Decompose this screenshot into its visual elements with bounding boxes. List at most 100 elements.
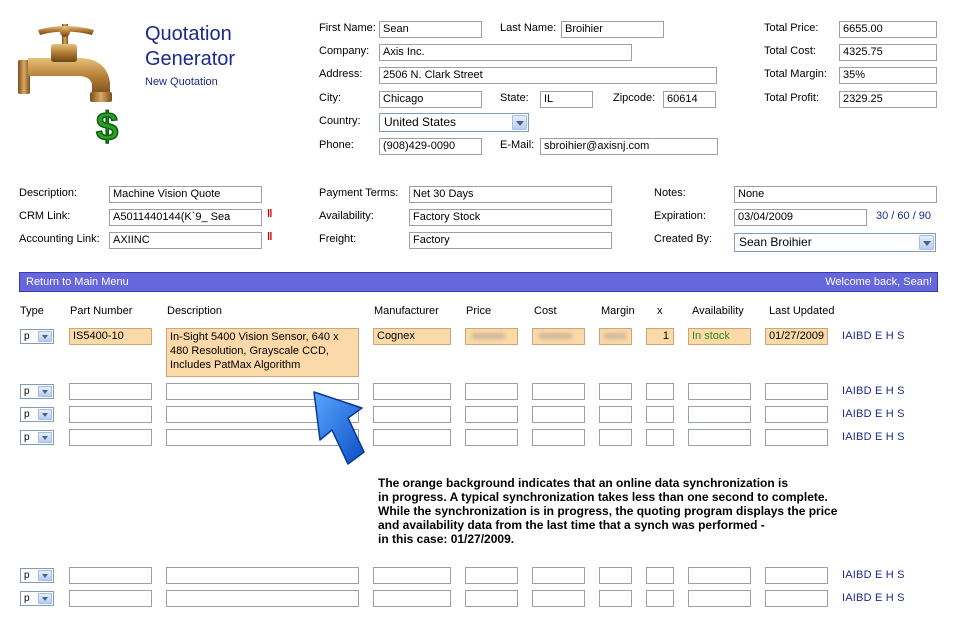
zipcode-field[interactable]: 60614	[663, 91, 716, 108]
row-price-field[interactable]	[465, 406, 518, 423]
row-manufacturer-field[interactable]	[373, 590, 451, 607]
row-availability-field[interactable]	[688, 590, 751, 607]
row-qty-field[interactable]	[646, 567, 674, 584]
row-price-field[interactable]	[465, 429, 518, 446]
row-type-select[interactable]: p	[20, 430, 54, 445]
accounting-link-icon[interactable]: ‖	[267, 231, 272, 243]
row-type-select[interactable]: p	[20, 329, 54, 344]
city-field[interactable]: Chicago	[379, 91, 482, 108]
row-last-updated-field[interactable]	[765, 590, 828, 607]
row-action-links[interactable]: IAIBD E H S	[842, 431, 905, 443]
row-margin-field[interactable]	[599, 429, 632, 446]
chevron-down-icon[interactable]	[38, 432, 52, 443]
row-qty[interactable]: 1	[646, 328, 674, 345]
row-price-field[interactable]	[465, 590, 518, 607]
row-margin-field[interactable]	[599, 567, 632, 584]
row-cost-field[interactable]	[532, 590, 585, 607]
row-type-select[interactable]: p	[20, 384, 54, 399]
row-margin-field[interactable]	[599, 590, 632, 607]
row-action-links[interactable]: IAIBD E H S	[842, 330, 905, 342]
return-main-menu-link[interactable]: Return to Main Menu	[26, 273, 129, 291]
company-field[interactable]: Axis Inc.	[379, 44, 632, 61]
row-qty-field[interactable]	[646, 429, 674, 446]
availability-field[interactable]: Factory Stock	[409, 209, 612, 226]
row-qty-field[interactable]	[646, 590, 674, 607]
freight-field[interactable]: Factory	[409, 232, 612, 249]
row-cost-field[interactable]	[532, 383, 585, 400]
crm-link-icon[interactable]: ‖	[267, 208, 272, 220]
row-type-select[interactable]: p	[20, 568, 54, 583]
row-part-number-field[interactable]	[69, 590, 152, 607]
row-description-field[interactable]	[166, 590, 359, 607]
row-part-number-field[interactable]	[69, 406, 152, 423]
row-part-number[interactable]: IS5400-10	[69, 328, 152, 345]
row-last-updated[interactable]: 01/27/2009	[765, 328, 828, 345]
chevron-down-icon[interactable]	[38, 593, 52, 604]
row-last-updated-field[interactable]	[765, 429, 828, 446]
chevron-down-icon[interactable]	[512, 115, 527, 130]
row-margin[interactable]: xxxx	[599, 328, 632, 345]
chevron-down-icon[interactable]	[38, 331, 52, 342]
row-manufacturer-field[interactable]	[373, 383, 451, 400]
country-select[interactable]: United States	[379, 113, 529, 132]
row-last-updated-field[interactable]	[765, 406, 828, 423]
expiration-shortcuts[interactable]: 30 / 60 / 90	[876, 210, 931, 222]
row-manufacturer[interactable]: Cognex	[373, 328, 451, 345]
total-margin-field[interactable]: 35%	[839, 67, 937, 84]
row-margin-field[interactable]	[599, 406, 632, 423]
row-qty-field[interactable]	[646, 406, 674, 423]
expiration-field[interactable]: 03/04/2009	[734, 209, 867, 226]
row-part-number-field[interactable]	[69, 429, 152, 446]
row-manufacturer-field[interactable]	[373, 567, 451, 584]
row-availability[interactable]: In stock	[688, 328, 751, 345]
total-price-field[interactable]: 6655.00	[839, 21, 937, 38]
row-part-number-field[interactable]	[69, 383, 152, 400]
chevron-down-icon[interactable]	[38, 409, 52, 420]
row-action-links[interactable]: IAIBD E H S	[842, 592, 905, 604]
row-price[interactable]: xxxxxx	[465, 328, 518, 345]
phone-field[interactable]: (908)429-0090	[379, 138, 482, 155]
total-profit-field[interactable]: 2329.25	[839, 91, 937, 108]
row-cost-field[interactable]	[532, 429, 585, 446]
description-field[interactable]: Machine Vision Quote	[109, 186, 262, 203]
row-type-select[interactable]: p	[20, 407, 54, 422]
state-field[interactable]: IL	[540, 91, 593, 108]
row-availability-field[interactable]	[688, 567, 751, 584]
row-price-field[interactable]	[465, 567, 518, 584]
col-cost: Cost	[534, 305, 557, 317]
chevron-down-icon[interactable]	[919, 235, 934, 250]
crm-link-field[interactable]: A5011440144(K`9_ Sea	[109, 209, 262, 226]
address-field[interactable]: 2506 N. Clark Street	[379, 67, 717, 84]
email-field[interactable]: sbroihier@axisnj.com	[540, 138, 718, 155]
row-action-links[interactable]: IAIBD E H S	[842, 569, 905, 581]
row-availability-field[interactable]	[688, 406, 751, 423]
first-name-field[interactable]: Sean	[379, 21, 482, 38]
chevron-down-icon[interactable]	[38, 570, 52, 581]
row-manufacturer-field[interactable]	[373, 406, 451, 423]
nav-bar: Return to Main Menu Welcome back, Sean!	[19, 272, 938, 292]
row-description-field[interactable]	[166, 567, 359, 584]
row-description[interactable]: In-Sight 5400 Vision Sensor, 640 x 480 R…	[166, 328, 359, 377]
payment-terms-field[interactable]: Net 30 Days	[409, 186, 612, 203]
row-action-links[interactable]: IAIBD E H S	[842, 408, 905, 420]
total-cost-field[interactable]: 4325.75	[839, 44, 937, 61]
row-availability-field[interactable]	[688, 383, 751, 400]
row-cost[interactable]: xxxxxx	[532, 328, 585, 345]
last-name-field[interactable]: Broihier	[561, 21, 664, 38]
chevron-down-icon[interactable]	[38, 386, 52, 397]
row-manufacturer-field[interactable]	[373, 429, 451, 446]
row-qty-field[interactable]	[646, 383, 674, 400]
row-price-field[interactable]	[465, 383, 518, 400]
row-cost-field[interactable]	[532, 567, 585, 584]
row-action-links[interactable]: IAIBD E H S	[842, 385, 905, 397]
row-availability-field[interactable]	[688, 429, 751, 446]
row-part-number-field[interactable]	[69, 567, 152, 584]
accounting-link-field[interactable]: AXIINC	[109, 232, 262, 249]
row-last-updated-field[interactable]	[765, 567, 828, 584]
row-type-select[interactable]: p	[20, 591, 54, 606]
row-last-updated-field[interactable]	[765, 383, 828, 400]
notes-field[interactable]: None	[734, 186, 937, 203]
created-by-select[interactable]: Sean Broihier	[734, 233, 936, 252]
row-margin-field[interactable]	[599, 383, 632, 400]
row-cost-field[interactable]	[532, 406, 585, 423]
